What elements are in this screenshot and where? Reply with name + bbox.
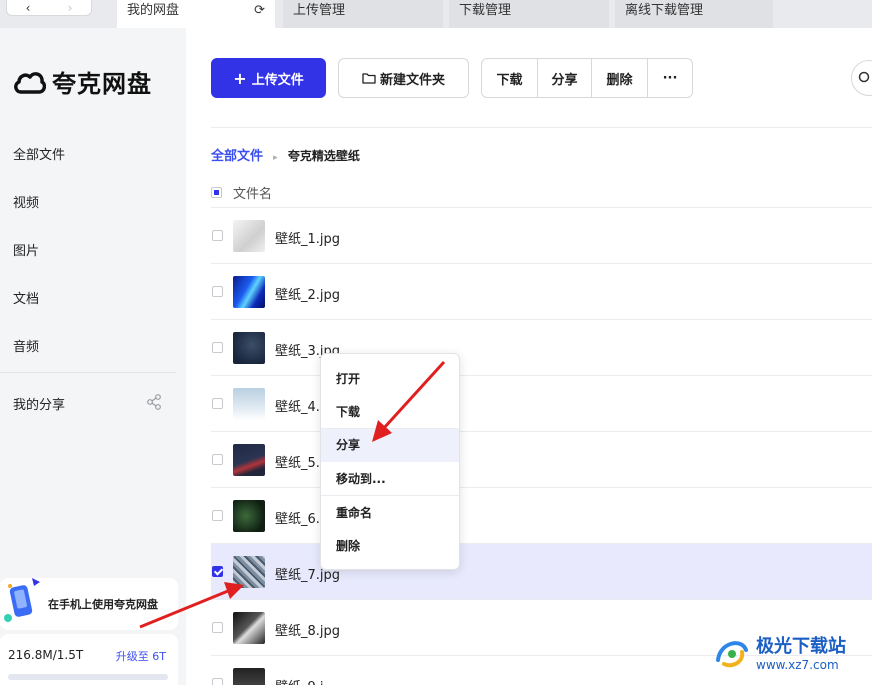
- sidebar-item-all-files[interactable]: 全部文件: [13, 144, 65, 163]
- sidebar-item-audio[interactable]: 音频: [13, 336, 39, 355]
- file-thumbnail: [233, 220, 265, 252]
- breadcrumb: 全部文件 ▸ 夸克精选壁纸: [211, 145, 360, 164]
- select-all-checkbox[interactable]: [211, 187, 222, 198]
- row-checkbox[interactable]: [212, 398, 223, 409]
- file-thumbnail: [233, 668, 265, 685]
- row-checkbox[interactable]: [212, 622, 223, 633]
- mobile-app-promo[interactable]: 在手机上使用夸克网盘: [0, 578, 178, 630]
- new-folder-label: 新建文件夹: [379, 72, 445, 88]
- refresh-icon[interactable]: ⟳: [254, 0, 265, 22]
- storage-panel: 216.8M/1.5T 升级至 6T: [0, 634, 178, 685]
- menu-divider: [321, 495, 459, 496]
- table-row[interactable]: 壁纸_2.jpg: [211, 264, 872, 320]
- breadcrumb-root[interactable]: 全部文件: [211, 149, 263, 164]
- upgrade-link[interactable]: 升级至 6T: [116, 648, 166, 664]
- toolbar-divider: [211, 127, 872, 128]
- file-name[interactable]: 壁纸_5.: [275, 452, 320, 471]
- menu-item-download[interactable]: 下载: [321, 396, 459, 429]
- column-filename[interactable]: 文件名: [233, 183, 272, 202]
- plus-icon: +: [233, 68, 247, 88]
- row-checkbox[interactable]: [212, 342, 223, 353]
- menu-item-move-to[interactable]: 移动到...: [321, 463, 459, 496]
- upload-label: 上传文件: [251, 72, 304, 88]
- watermark-url: www.xz7.com: [756, 658, 839, 672]
- file-thumbnail: [233, 500, 265, 532]
- search-button[interactable]: [851, 60, 872, 96]
- file-name[interactable]: 壁纸_8.jpg: [275, 620, 340, 639]
- sidebar-item-images[interactable]: 图片: [13, 240, 39, 259]
- context-menu: 打开 下载 分享 移动到... 重命名 删除: [320, 353, 460, 570]
- row-checkbox[interactable]: [212, 566, 223, 577]
- file-name[interactable]: 壁纸_2.jpg: [275, 284, 340, 303]
- menu-item-open[interactable]: 打开: [321, 363, 459, 396]
- menu-item-share[interactable]: 分享: [321, 429, 459, 462]
- delete-button[interactable]: 删除: [592, 59, 648, 97]
- table-header: 文件名: [211, 183, 272, 202]
- chevron-left-icon[interactable]: ‹: [7, 0, 49, 15]
- file-name[interactable]: 壁纸_9.j: [275, 676, 324, 685]
- row-checkbox[interactable]: [212, 678, 223, 685]
- table-row[interactable]: 壁纸_7.jpg: [211, 544, 872, 600]
- tab-upload-manager[interactable]: 上传管理: [283, 0, 443, 28]
- file-thumbnail: [233, 332, 265, 364]
- row-checkbox[interactable]: [212, 454, 223, 465]
- folder-icon: [362, 73, 376, 84]
- tab-offline-download[interactable]: 离线下载管理: [615, 0, 773, 28]
- table-row[interactable]: 壁纸_1.jpg: [211, 208, 872, 264]
- file-actions-group: 下载 分享 删除 ···: [481, 58, 693, 98]
- tab-download-manager[interactable]: 下载管理: [449, 0, 609, 28]
- file-thumbnail: [233, 444, 265, 476]
- watermark-title: 极光下载站: [756, 636, 846, 657]
- file-name[interactable]: 壁纸_4.: [275, 396, 320, 415]
- promo-text: 在手机上使用夸克网盘: [48, 598, 158, 611]
- table-row[interactable]: 壁纸_4.: [211, 376, 872, 432]
- search-icon: [858, 71, 870, 83]
- nav-buttons: ‹ ›: [6, 0, 92, 16]
- row-checkbox[interactable]: [212, 230, 223, 241]
- storage-bar: [8, 674, 168, 680]
- table-row[interactable]: 壁纸_3.jpg: [211, 320, 872, 376]
- menu-item-delete[interactable]: 删除: [321, 530, 459, 563]
- file-name[interactable]: 壁纸_6.: [275, 508, 320, 527]
- breadcrumb-separator-icon: ▸: [273, 153, 278, 163]
- tab-label: 上传管理: [293, 3, 346, 18]
- file-thumbnail: [233, 612, 265, 644]
- swirl-logo-icon: [716, 641, 748, 668]
- sidebar-item-video[interactable]: 视频: [13, 192, 39, 211]
- sidebar: 夸克网盘 全部文件 视频 图片 文档 音频 我的分享 在手机上使用夸克网盘 21…: [0, 28, 186, 685]
- file-thumbnail: [233, 388, 265, 420]
- app-name: 夸克网盘: [52, 70, 152, 98]
- tab-label: 下载管理: [459, 3, 512, 18]
- share-button[interactable]: 分享: [538, 59, 592, 97]
- menu-item-rename[interactable]: 重命名: [321, 497, 459, 530]
- row-checkbox[interactable]: [212, 510, 223, 521]
- tab-label: 离线下载管理: [625, 3, 704, 18]
- new-folder-button[interactable]: 新建文件夹: [338, 58, 469, 98]
- row-checkbox[interactable]: [212, 286, 223, 297]
- file-name[interactable]: 壁纸_1.jpg: [275, 228, 340, 247]
- site-watermark: 极光下载站 www.xz7.com: [712, 632, 846, 672]
- upload-button[interactable]: + 上传文件: [211, 58, 326, 98]
- file-thumbnail: [233, 276, 265, 308]
- download-button[interactable]: 下载: [482, 59, 538, 97]
- breadcrumb-current: 夸克精选壁纸: [287, 149, 360, 163]
- share-nodes-icon: [147, 394, 161, 410]
- sidebar-divider: [0, 372, 176, 373]
- app-logo: 夸克网盘: [12, 64, 152, 99]
- file-thumbnail: [233, 556, 265, 588]
- table-row[interactable]: 壁纸_5.: [211, 432, 872, 488]
- tab-label: 我的网盘: [127, 3, 180, 18]
- sidebar-item-documents[interactable]: 文档: [13, 288, 39, 307]
- table-row[interactable]: 壁纸_6.: [211, 488, 872, 544]
- more-button[interactable]: ···: [648, 59, 692, 97]
- phone-icon: [4, 578, 40, 622]
- tab-bar: ‹ › 我的网盘 ⟳ 上传管理 下载管理 离线下载管理: [0, 0, 872, 28]
- tab-my-drive[interactable]: 我的网盘 ⟳: [117, 0, 275, 28]
- storage-used: 216.8M/1.5T: [8, 648, 84, 662]
- cloud-logo-icon: [14, 71, 46, 94]
- sidebar-item-my-shares[interactable]: 我的分享: [13, 394, 65, 413]
- chevron-right-icon[interactable]: ›: [49, 0, 91, 15]
